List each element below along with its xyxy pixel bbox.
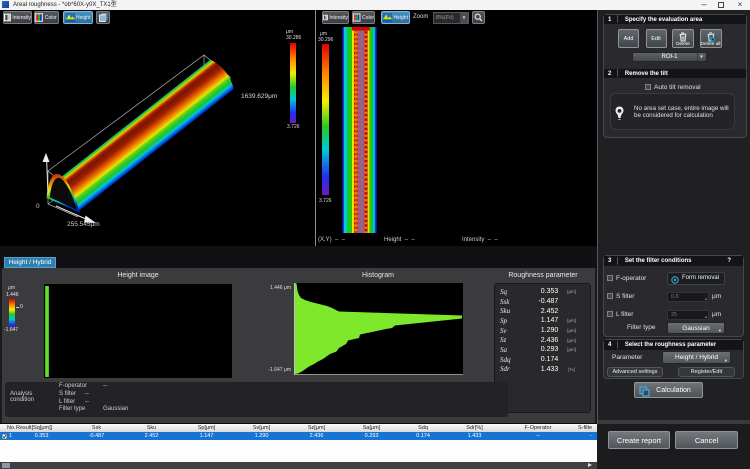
svg-text:255.545μm: 255.545μm <box>67 221 100 228</box>
svg-text:0: 0 <box>36 203 40 210</box>
svg-text:1639.629μm: 1639.629μm <box>241 93 277 100</box>
